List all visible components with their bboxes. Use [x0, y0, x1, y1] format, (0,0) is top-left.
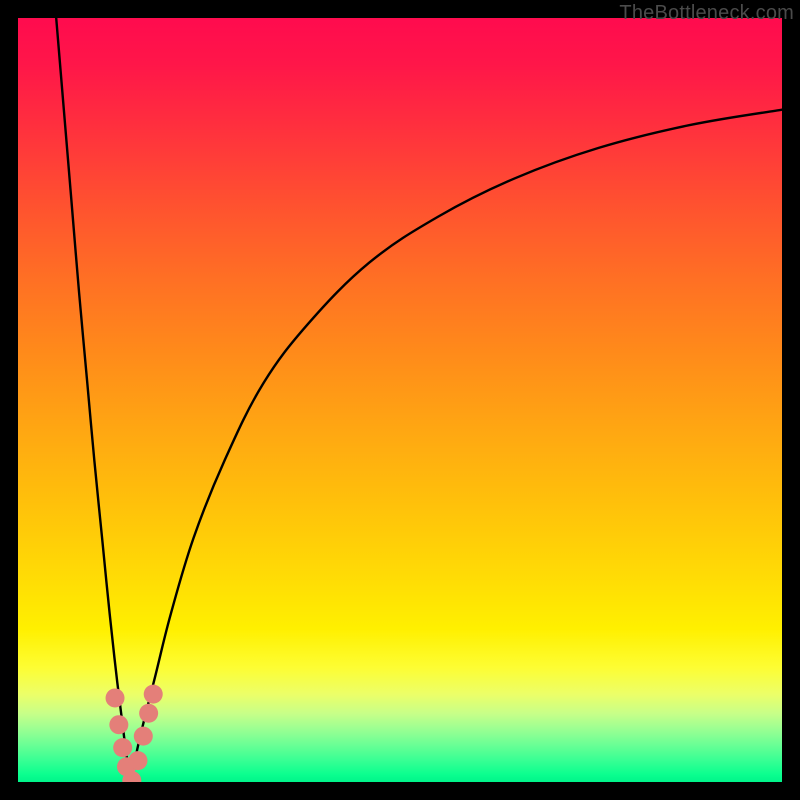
dip-marker [128, 751, 147, 770]
curve-layer [18, 18, 782, 782]
curve-left-branch [56, 18, 130, 782]
chart-frame: TheBottleneck.com [0, 0, 800, 800]
plot-area [18, 18, 782, 782]
watermark-text: TheBottleneck.com [619, 2, 794, 25]
dip-marker [113, 738, 132, 757]
dip-marker [144, 685, 163, 704]
dip-marker [139, 704, 158, 723]
dip-markers [106, 685, 163, 782]
dip-marker [106, 688, 125, 707]
dip-marker [134, 727, 153, 746]
curve-right-branch [130, 110, 782, 782]
dip-marker [109, 715, 128, 734]
